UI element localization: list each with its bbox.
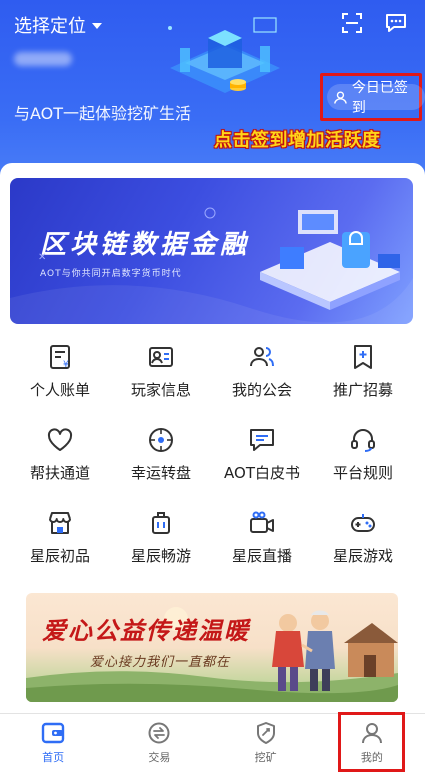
grid-item-promote[interactable]: 推广招募 <box>313 343 413 400</box>
charity-illustration <box>26 607 398 702</box>
location-selector[interactable]: 选择定位 <box>14 12 102 38</box>
svg-text:¥: ¥ <box>63 360 69 370</box>
chat-doc-icon <box>250 429 274 451</box>
wheel-icon <box>149 428 173 452</box>
grid-item-guild[interactable]: 我的公会 <box>212 343 312 400</box>
guild-icon <box>250 347 274 367</box>
grid-item-whitepaper[interactable]: AOT白皮书 <box>212 426 312 483</box>
home-wallet-icon <box>41 722 65 744</box>
username-blurred <box>14 52 72 66</box>
checkin-label: 今日已签到 <box>351 80 408 116</box>
mining-shield-icon <box>256 722 275 744</box>
main-card: 区块链数据金融 ✕ AOT与你共同开启数字货币时代 ¥ 个人账单 玩家信息 我的… <box>0 163 425 713</box>
user-location-icon <box>334 91 347 104</box>
gamepad-icon <box>351 514 375 532</box>
tab-trade-label: 交易 <box>148 751 171 764</box>
message-icon[interactable] <box>385 12 407 34</box>
grid-item-products[interactable]: 星辰初品 <box>10 509 110 566</box>
bookmark-plus-icon <box>354 345 372 369</box>
grid-item-player-info[interactable]: 玩家信息 <box>111 343 211 400</box>
trade-icon <box>148 722 170 744</box>
data-center-illustration <box>260 210 400 310</box>
grid-item-travel[interactable]: 星辰畅游 <box>111 509 211 566</box>
caret-down-icon <box>92 23 102 29</box>
tab-mining[interactable]: 挖矿 <box>213 714 319 776</box>
bill-icon: ¥ <box>50 345 70 370</box>
tab-mining-label: 挖矿 <box>254 751 277 764</box>
scan-icon[interactable] <box>341 12 363 34</box>
tab-home[interactable]: 首页 <box>0 714 106 776</box>
blockchain-illustration <box>168 17 280 93</box>
shop-icon <box>49 512 71 534</box>
location-label: 选择定位 <box>14 16 86 37</box>
video-camera-icon <box>250 511 274 533</box>
headset-icon <box>351 429 375 452</box>
cross-mark-icon: ✕ <box>38 252 47 263</box>
grid-item-live[interactable]: 星辰直播 <box>212 509 312 566</box>
grid-item-bill[interactable]: ¥ 个人账单 <box>10 343 110 400</box>
grid-item-lucky-wheel[interactable]: 幸运转盘 <box>111 426 211 483</box>
grid-item-help[interactable]: 帮扶通道 <box>10 426 110 483</box>
tab-home-label: 首页 <box>42 751 65 764</box>
grid-item-games[interactable]: 星辰游戏 <box>313 509 413 566</box>
banner-subtitle: AOT与你共同开启数字货币时代 <box>40 269 182 279</box>
banner-title: 区块链数据金融 <box>40 230 251 260</box>
charity-subtitle: 爱心接力我们一直都在 <box>90 655 231 670</box>
blockchain-banner[interactable]: 区块链数据金融 ✕ AOT与你共同开启数字货币时代 <box>10 178 413 324</box>
checkin-button[interactable]: 今日已签到 <box>327 80 425 116</box>
grid-item-rules[interactable]: 平台规则 <box>313 426 413 483</box>
checkin-annotation: 点击签到增加活跃度 <box>214 130 381 151</box>
player-card-icon <box>149 347 173 367</box>
tab-trade[interactable]: 交易 <box>106 714 212 776</box>
me-tab-highlight-box <box>338 712 405 772</box>
charity-banner[interactable]: 爱心公益传递温暖 爱心接力我们一直都在 <box>26 593 398 702</box>
charity-title: 爱心公益传递温暖 <box>42 616 250 645</box>
luggage-icon <box>152 512 170 534</box>
heart-icon <box>47 428 73 451</box>
